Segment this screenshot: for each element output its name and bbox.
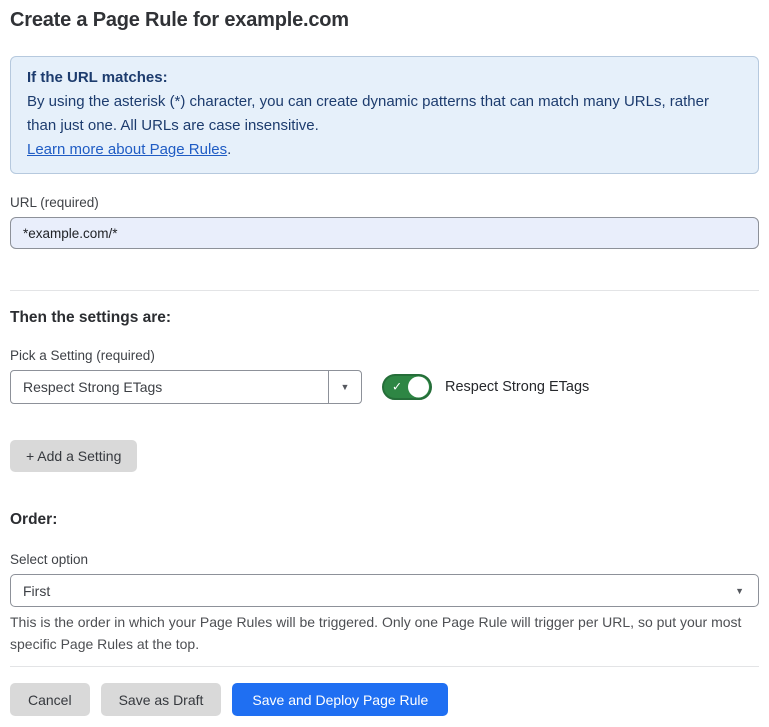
url-match-info-box: If the URL matches: By using the asteris… <box>10 56 759 174</box>
save-as-draft-button[interactable]: Save as Draft <box>101 683 222 716</box>
setting-toggle-label: Respect Strong ETags <box>445 379 589 395</box>
add-setting-button[interactable]: + Add a Setting <box>10 440 137 472</box>
setting-select[interactable]: Respect Strong ETags ▼ <box>10 370 362 404</box>
setting-toggle[interactable]: ✓ <box>382 374 432 400</box>
footer-divider <box>10 666 759 667</box>
info-box-body: By using the asterisk (*) character, you… <box>27 90 742 138</box>
page-title: Create a Page Rule for example.com <box>10 9 759 32</box>
order-select-value: First <box>23 583 50 599</box>
setting-select-value: Respect Strong ETags <box>11 371 328 403</box>
setting-select-arrow-button[interactable]: ▼ <box>328 371 361 403</box>
pick-setting-label: Pick a Setting (required) <box>10 347 759 364</box>
check-icon: ✓ <box>392 380 402 394</box>
learn-more-link[interactable]: Learn more about Page Rules <box>27 141 227 158</box>
cancel-button[interactable]: Cancel <box>10 683 90 716</box>
chevron-down-icon: ▼ <box>341 382 350 392</box>
link-period: . <box>227 141 231 158</box>
order-select-label: Select option <box>10 551 759 568</box>
url-field-label: URL (required) <box>10 194 759 211</box>
order-section-heading: Order: <box>10 511 759 529</box>
section-divider <box>10 290 759 291</box>
save-and-deploy-button[interactable]: Save and Deploy Page Rule <box>232 683 448 716</box>
setting-row: Respect Strong ETags ▼ ✓ Respect Strong … <box>10 370 759 404</box>
info-box-heading: If the URL matches: <box>27 66 742 90</box>
info-box-link-line: Learn more about Page Rules. <box>27 138 742 162</box>
page-rule-form: Create a Page Rule for example.com If th… <box>0 9 769 716</box>
order-select[interactable]: First ▼ <box>10 574 759 607</box>
footer-actions: Cancel Save as Draft Save and Deploy Pag… <box>10 683 759 716</box>
chevron-down-icon: ▼ <box>735 586 744 596</box>
toggle-knob <box>408 377 429 398</box>
settings-section-heading: Then the settings are: <box>10 309 759 327</box>
order-help-text: This is the order in which your Page Rul… <box>10 611 759 655</box>
url-input[interactable] <box>10 217 759 249</box>
